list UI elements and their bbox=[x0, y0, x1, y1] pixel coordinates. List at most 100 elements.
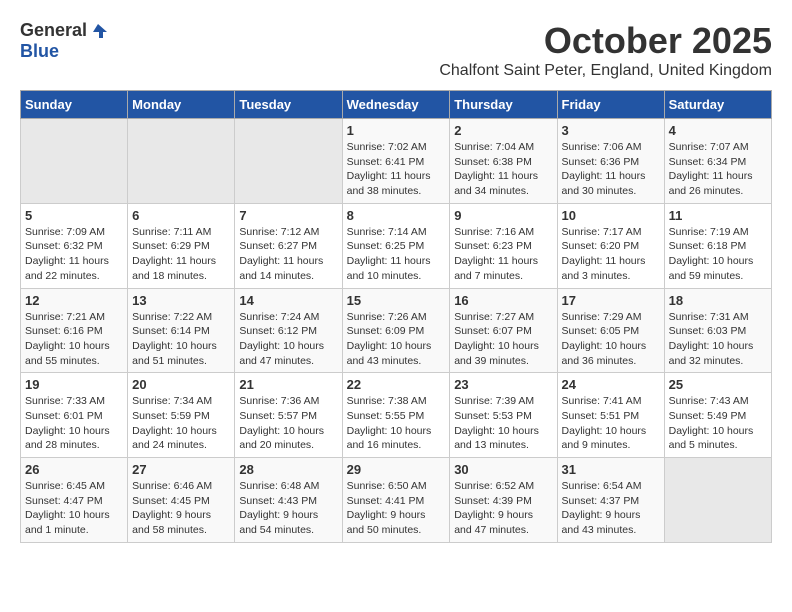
day-info: Sunrise: 6:45 AM Sunset: 4:47 PM Dayligh… bbox=[25, 479, 123, 538]
calendar-cell: 6 Sunrise: 7:11 AM Sunset: 6:29 PM Daylig… bbox=[128, 203, 235, 288]
day-number: 29 bbox=[347, 462, 446, 477]
calendar-cell: 24 Sunrise: 7:41 AM Sunset: 5:51 PM Dayli… bbox=[557, 373, 664, 458]
day-info: Sunrise: 7:11 AM Sunset: 6:29 PM Dayligh… bbox=[132, 225, 230, 284]
day-number: 14 bbox=[239, 293, 337, 308]
day-info: Sunrise: 7:27 AM Sunset: 6:07 PM Dayligh… bbox=[454, 310, 552, 369]
calendar-cell: 20Sunrise: 7:34 AM Sunset: 5:59 PM Dayli… bbox=[128, 373, 235, 458]
calendar-cell: 1Sunrise: 7:02 AM Sunset: 6:41 PM Daylig… bbox=[342, 119, 450, 204]
calendar-cell bbox=[21, 119, 128, 204]
day-info: Sunrise: 6:46 AM Sunset: 4:45 PM Dayligh… bbox=[132, 479, 230, 538]
calendar-cell: 16 Sunrise: 7:27 AM Sunset: 6:07 PM Dayli… bbox=[450, 288, 557, 373]
calendar-header-monday: Monday bbox=[128, 91, 235, 119]
logo-blue: Blue bbox=[20, 41, 59, 61]
day-info: Sunrise: 7:43 AM Sunset: 5:49 PM Dayligh… bbox=[669, 394, 767, 453]
calendar-cell: 22 Sunrise: 7:38 AM Sunset: 5:55 PM Dayli… bbox=[342, 373, 450, 458]
day-info: Sunrise: 7:07 AM Sunset: 6:34 PM Dayligh… bbox=[669, 140, 767, 199]
calendar-header-saturday: Saturday bbox=[664, 91, 771, 119]
day-number: 30 bbox=[454, 462, 552, 477]
day-number: 13 bbox=[132, 293, 230, 308]
day-info: Sunrise: 7:21 AM Sunset: 6:16 PM Dayligh… bbox=[25, 310, 123, 369]
day-info: Sunrise: 7:38 AM Sunset: 5:55 PM Dayligh… bbox=[347, 394, 446, 453]
month-title: October 2025 bbox=[439, 20, 772, 62]
day-info: Sunrise: 7:29 AM Sunset: 6:05 PM Dayligh… bbox=[562, 310, 660, 369]
calendar-cell: 29 Sunrise: 6:50 AM Sunset: 4:41 PM Dayli… bbox=[342, 458, 450, 543]
calendar-week-row: 1Sunrise: 7:02 AM Sunset: 6:41 PM Daylig… bbox=[21, 119, 772, 204]
day-number: 25 bbox=[669, 377, 767, 392]
calendar-cell: 11 Sunrise: 7:19 AM Sunset: 6:18 PM Dayli… bbox=[664, 203, 771, 288]
calendar-cell: 30Sunrise: 6:52 AM Sunset: 4:39 PM Dayli… bbox=[450, 458, 557, 543]
day-info: Sunrise: 7:34 AM Sunset: 5:59 PM Dayligh… bbox=[132, 394, 230, 453]
calendar-cell: 28Sunrise: 6:48 AM Sunset: 4:43 PM Dayli… bbox=[235, 458, 342, 543]
calendar-cell: 23 Sunrise: 7:39 AM Sunset: 5:53 PM Dayli… bbox=[450, 373, 557, 458]
day-number: 4 bbox=[669, 123, 767, 138]
day-info: Sunrise: 7:17 AM Sunset: 6:20 PM Dayligh… bbox=[562, 225, 660, 284]
day-info: Sunrise: 7:39 AM Sunset: 5:53 PM Dayligh… bbox=[454, 394, 552, 453]
calendar-week-row: 19 Sunrise: 7:33 AM Sunset: 6:01 PM Dayli… bbox=[21, 373, 772, 458]
day-info: Sunrise: 7:02 AM Sunset: 6:41 PM Dayligh… bbox=[347, 140, 446, 199]
calendar-cell: 26 Sunrise: 6:45 AM Sunset: 4:47 PM Dayli… bbox=[21, 458, 128, 543]
day-number: 8 bbox=[347, 208, 446, 223]
calendar-cell: 17 Sunrise: 7:29 AM Sunset: 6:05 PM Dayli… bbox=[557, 288, 664, 373]
day-info: Sunrise: 7:06 AM Sunset: 6:36 PM Dayligh… bbox=[562, 140, 660, 199]
day-number: 19 bbox=[25, 377, 123, 392]
day-number: 31 bbox=[562, 462, 660, 477]
logo: General Blue bbox=[20, 20, 107, 62]
day-info: Sunrise: 7:09 AM Sunset: 6:32 PM Dayligh… bbox=[25, 225, 123, 284]
logo-bird-icon bbox=[89, 22, 107, 40]
calendar-body: 1Sunrise: 7:02 AM Sunset: 6:41 PM Daylig… bbox=[21, 119, 772, 543]
day-info: Sunrise: 7:19 AM Sunset: 6:18 PM Dayligh… bbox=[669, 225, 767, 284]
day-number: 16 bbox=[454, 293, 552, 308]
day-info: Sunrise: 7:14 AM Sunset: 6:25 PM Dayligh… bbox=[347, 225, 446, 284]
day-number: 6 bbox=[132, 208, 230, 223]
calendar-header-sunday: Sunday bbox=[21, 91, 128, 119]
calendar-cell: 13 Sunrise: 7:22 AM Sunset: 6:14 PM Dayli… bbox=[128, 288, 235, 373]
day-info: Sunrise: 7:41 AM Sunset: 5:51 PM Dayligh… bbox=[562, 394, 660, 453]
calendar-cell: 3 Sunrise: 7:06 AM Sunset: 6:36 PM Daylig… bbox=[557, 119, 664, 204]
calendar-cell: 12 Sunrise: 7:21 AM Sunset: 6:16 PM Dayli… bbox=[21, 288, 128, 373]
day-number: 28 bbox=[239, 462, 337, 477]
day-info: Sunrise: 7:22 AM Sunset: 6:14 PM Dayligh… bbox=[132, 310, 230, 369]
day-number: 17 bbox=[562, 293, 660, 308]
day-number: 21 bbox=[239, 377, 337, 392]
calendar-cell bbox=[235, 119, 342, 204]
day-number: 15 bbox=[347, 293, 446, 308]
day-info: Sunrise: 6:54 AM Sunset: 4:37 PM Dayligh… bbox=[562, 479, 660, 538]
day-info: Sunrise: 7:36 AM Sunset: 5:57 PM Dayligh… bbox=[239, 394, 337, 453]
day-number: 11 bbox=[669, 208, 767, 223]
day-number: 23 bbox=[454, 377, 552, 392]
day-info: Sunrise: 6:50 AM Sunset: 4:41 PM Dayligh… bbox=[347, 479, 446, 538]
calendar-cell: 5 Sunrise: 7:09 AM Sunset: 6:32 PM Daylig… bbox=[21, 203, 128, 288]
day-number: 24 bbox=[562, 377, 660, 392]
calendar-week-row: 5 Sunrise: 7:09 AM Sunset: 6:32 PM Daylig… bbox=[21, 203, 772, 288]
calendar-cell: 14Sunrise: 7:24 AM Sunset: 6:12 PM Dayli… bbox=[235, 288, 342, 373]
day-number: 27 bbox=[132, 462, 230, 477]
title-area: October 2025 Chalfont Saint Peter, Engla… bbox=[439, 20, 772, 80]
day-number: 9 bbox=[454, 208, 552, 223]
calendar-cell: 19 Sunrise: 7:33 AM Sunset: 6:01 PM Dayli… bbox=[21, 373, 128, 458]
day-number: 12 bbox=[25, 293, 123, 308]
calendar-cell: 7Sunrise: 7:12 AM Sunset: 6:27 PM Daylig… bbox=[235, 203, 342, 288]
day-number: 5 bbox=[25, 208, 123, 223]
calendar-cell: 18Sunrise: 7:31 AM Sunset: 6:03 PM Dayli… bbox=[664, 288, 771, 373]
calendar-cell: 15 Sunrise: 7:26 AM Sunset: 6:09 PM Dayli… bbox=[342, 288, 450, 373]
calendar-header-tuesday: Tuesday bbox=[235, 91, 342, 119]
logo-general: General bbox=[20, 20, 87, 41]
day-info: Sunrise: 7:31 AM Sunset: 6:03 PM Dayligh… bbox=[669, 310, 767, 369]
day-number: 22 bbox=[347, 377, 446, 392]
day-number: 26 bbox=[25, 462, 123, 477]
calendar-cell: 21 Sunrise: 7:36 AM Sunset: 5:57 PM Dayli… bbox=[235, 373, 342, 458]
calendar-cell bbox=[128, 119, 235, 204]
calendar-week-row: 12 Sunrise: 7:21 AM Sunset: 6:16 PM Dayli… bbox=[21, 288, 772, 373]
day-info: Sunrise: 7:16 AM Sunset: 6:23 PM Dayligh… bbox=[454, 225, 552, 284]
calendar-cell: 2Sunrise: 7:04 AM Sunset: 6:38 PM Daylig… bbox=[450, 119, 557, 204]
day-number: 10 bbox=[562, 208, 660, 223]
day-number: 2 bbox=[454, 123, 552, 138]
day-info: Sunrise: 7:26 AM Sunset: 6:09 PM Dayligh… bbox=[347, 310, 446, 369]
location-title: Chalfont Saint Peter, England, United Ki… bbox=[439, 62, 772, 80]
day-number: 3 bbox=[562, 123, 660, 138]
calendar-cell: 8 Sunrise: 7:14 AM Sunset: 6:25 PM Daylig… bbox=[342, 203, 450, 288]
calendar-header-row: SundayMondayTuesdayWednesdayThursdayFrid… bbox=[21, 91, 772, 119]
calendar-cell: 4 Sunrise: 7:07 AM Sunset: 6:34 PM Daylig… bbox=[664, 119, 771, 204]
day-info: Sunrise: 7:33 AM Sunset: 6:01 PM Dayligh… bbox=[25, 394, 123, 453]
calendar-cell: 31 Sunrise: 6:54 AM Sunset: 4:37 PM Dayli… bbox=[557, 458, 664, 543]
